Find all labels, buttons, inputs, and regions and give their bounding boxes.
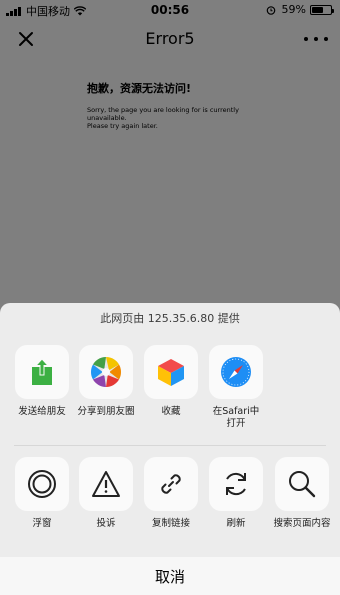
search-page-label: 搜索页面内容 (273, 518, 331, 529)
share-to-friend-tile[interactable] (15, 345, 69, 399)
share-to-friend-icon (32, 358, 52, 385)
refresh-icon (226, 472, 246, 496)
search-page-tile[interactable] (275, 457, 329, 511)
refresh-tile[interactable] (209, 457, 263, 511)
error-title: 抱歉，资源无法访问! (87, 82, 192, 95)
error-message: Sorry, the page you are looking for is c… (87, 106, 267, 130)
copy-link-label: 复制链接 (151, 518, 190, 529)
float-window-icon (28, 470, 56, 498)
moments-tile[interactable] (79, 345, 133, 399)
share-sheet: 此网页由 125.35.6.80 提供 发送给朋友 分享到朋友圈 收藏 在Saf… (0, 303, 340, 595)
favorites-label: 收藏 (161, 406, 181, 417)
more-icon[interactable] (304, 29, 328, 49)
open-in-safari-label: 在Safari中打开 (212, 406, 260, 429)
float-window-tile[interactable] (15, 457, 69, 511)
search-icon (289, 471, 316, 498)
favorites-icon (158, 359, 184, 386)
float-window-button[interactable]: 浮窗 (10, 457, 74, 530)
alarm-icon (266, 5, 275, 15)
report-tile[interactable] (79, 457, 133, 511)
search-page-button[interactable]: 搜索页面内容 (270, 457, 334, 530)
battery-icon (310, 4, 334, 15)
error-message-line2: Please try again later. (87, 122, 158, 130)
sheet-divider (14, 445, 326, 446)
report-button[interactable]: 投诉 (74, 457, 138, 530)
link-icon (161, 474, 181, 494)
refresh-label: 刷新 (226, 518, 246, 529)
favorites-button[interactable]: 收藏 (139, 345, 203, 418)
error-message-line1: Sorry, the page you are looking for is c… (87, 106, 239, 122)
nav-bar: Error5 (0, 20, 340, 58)
float-window-label: 浮窗 (32, 518, 52, 529)
page-title: Error5 (145, 29, 195, 48)
share-to-friend-label: 发送给朋友 (18, 406, 66, 417)
refresh-button[interactable]: 刷新 (204, 457, 268, 530)
error-content: 抱歉，资源无法访问! Sorry, the page you are looki… (87, 80, 267, 130)
safari-icon (221, 357, 251, 387)
open-in-safari-tile[interactable] (209, 345, 263, 399)
copy-link-tile[interactable] (144, 457, 198, 511)
moments-label: 分享到朋友圈 (77, 406, 135, 417)
favorites-tile[interactable] (144, 345, 198, 399)
battery-percent: 59% (281, 3, 306, 16)
cancel-button[interactable]: 取消 (0, 557, 340, 595)
moments-button[interactable]: 分享到朋友圈 (74, 345, 138, 418)
status-bar: 中国移动 00:56 59% (0, 0, 340, 20)
status-right: 59% (266, 3, 334, 16)
open-in-safari-button[interactable]: 在Safari中打开 (204, 345, 268, 430)
warning-icon (92, 471, 120, 497)
moments-icon (90, 357, 122, 387)
battery-fill (312, 6, 323, 13)
share-to-friend-button[interactable]: 发送给朋友 (10, 345, 74, 418)
copy-link-button[interactable]: 复制链接 (139, 457, 203, 530)
sheet-source-text: 此网页由 125.35.6.80 提供 (100, 312, 240, 325)
report-label: 投诉 (96, 518, 116, 529)
